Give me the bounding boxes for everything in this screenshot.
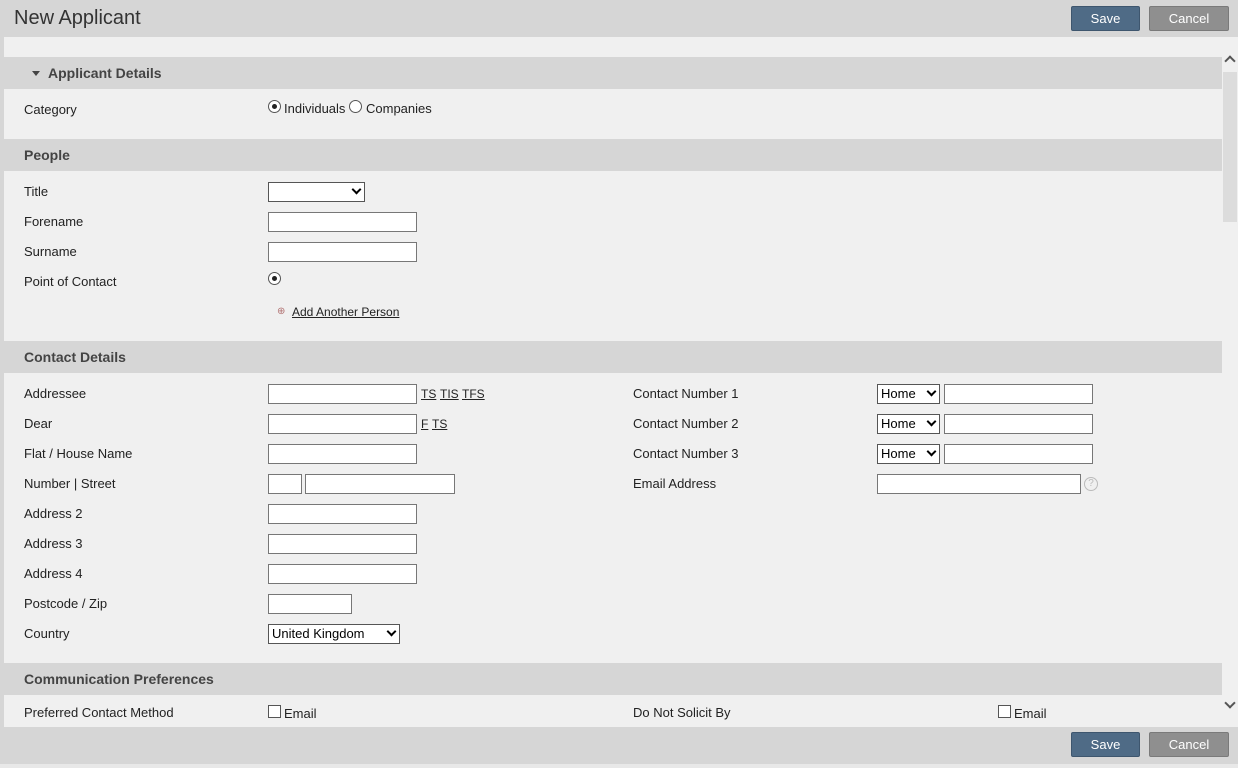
forename-label: Forename <box>24 214 84 229</box>
category-companies-label: Companies <box>366 101 432 116</box>
country-select[interactable]: United Kingdom <box>268 624 400 644</box>
number-street-label: Number | Street <box>24 476 116 491</box>
section-contact-details-title: Contact Details <box>24 349 126 365</box>
addressee-ts-link[interactable]: TS <box>421 387 436 401</box>
section-contact-details: Contact Details <box>4 341 1222 373</box>
address-3-label: Address 3 <box>24 536 83 551</box>
help-icon[interactable]: ? <box>1084 477 1098 491</box>
point-of-contact-radio[interactable] <box>268 272 281 285</box>
street-input[interactable] <box>305 474 455 494</box>
addressee-input[interactable] <box>268 384 417 404</box>
address-4-label: Address 4 <box>24 566 83 581</box>
add-another-person-link[interactable]: Add Another Person <box>292 305 399 319</box>
address-3-input[interactable] <box>268 534 417 554</box>
country-label: Country <box>24 626 70 641</box>
preferred-contact-method-label: Preferred Contact Method <box>24 705 174 720</box>
flat-house-name-input[interactable] <box>268 444 417 464</box>
contact-number-1-label: Contact Number 1 <box>633 386 739 401</box>
surname-input[interactable] <box>268 242 417 262</box>
contact-number-1-type-select[interactable]: Home <box>877 384 940 404</box>
do-not-solicit-email-checkbox[interactable] <box>998 705 1011 718</box>
dear-label: Dear <box>24 416 53 431</box>
house-number-input[interactable] <box>268 474 302 494</box>
address-4-input[interactable] <box>268 564 417 584</box>
preferred-email-checkbox[interactable] <box>268 705 281 718</box>
contact-number-2-type-select[interactable]: Home <box>877 414 940 434</box>
caret-down-icon[interactable] <box>32 71 40 76</box>
category-companies-radio[interactable] <box>349 100 362 113</box>
chevron-down-icon <box>926 386 937 397</box>
section-communication-preferences: Communication Preferences <box>4 663 1222 695</box>
bottom-bar: Save Cancel <box>4 727 1238 764</box>
page-title: New Applicant <box>14 7 141 29</box>
preferred-email-label: Email <box>284 706 317 721</box>
dear-ts-link[interactable]: TS <box>432 417 447 431</box>
contact-number-2-input[interactable] <box>944 414 1093 434</box>
category-individuals-label: Individuals <box>284 101 346 116</box>
contact-number-1-input[interactable] <box>944 384 1093 404</box>
address-2-label: Address 2 <box>24 506 83 521</box>
footer-cancel-button[interactable]: Cancel <box>1149 732 1229 757</box>
addressee-tis-link[interactable]: TIS <box>440 387 459 401</box>
section-applicant-details[interactable]: Applicant Details <box>4 57 1222 89</box>
point-of-contact-label: Point of Contact <box>24 274 117 289</box>
footer-save-button[interactable]: Save <box>1071 732 1140 757</box>
title-label: Title <box>24 184 49 199</box>
chevron-down-icon <box>351 184 362 195</box>
flat-house-name-label: Flat / House Name <box>24 446 133 461</box>
forename-input[interactable] <box>268 212 417 232</box>
title-select[interactable] <box>268 182 365 202</box>
scrollbar-thumb[interactable] <box>1223 72 1237 222</box>
contact-number-3-label: Contact Number 3 <box>633 446 739 461</box>
do-not-solicit-email-label: Email <box>1014 706 1047 721</box>
address-2-input[interactable] <box>268 504 417 524</box>
surname-label: Surname <box>24 244 77 259</box>
cancel-button[interactable]: Cancel <box>1149 6 1229 31</box>
contact-number-3-input[interactable] <box>944 444 1093 464</box>
email-address-label: Email Address <box>633 476 717 491</box>
postcode-label: Postcode / Zip <box>24 596 108 611</box>
contact-number-3-type-select[interactable]: Home <box>877 444 940 464</box>
save-button[interactable]: Save <box>1071 6 1140 31</box>
contact-number-2-label: Contact Number 2 <box>633 416 739 431</box>
plus-icon[interactable]: ⊕ <box>277 306 285 317</box>
category-label: Category <box>24 102 77 117</box>
form-content: Applicant Details Category Individuals C… <box>4 37 1222 727</box>
postcode-input[interactable] <box>268 594 352 614</box>
do-not-solicit-label: Do Not Solicit By <box>633 705 731 720</box>
category-individuals-radio[interactable] <box>268 100 281 113</box>
section-people-title: People <box>24 147 70 163</box>
section-applicant-details-title: Applicant Details <box>48 65 162 81</box>
chevron-down-icon <box>926 446 937 457</box>
section-communication-preferences-title: Communication Preferences <box>24 671 214 687</box>
dear-f-link[interactable]: F <box>421 417 428 431</box>
addressee-label: Addressee <box>24 386 87 401</box>
chevron-down-icon <box>386 626 397 637</box>
email-address-input[interactable] <box>877 474 1081 494</box>
section-people: People <box>4 139 1222 171</box>
dear-input[interactable] <box>268 414 417 434</box>
top-bar: New Applicant Save Cancel <box>0 0 1238 37</box>
chevron-down-icon <box>926 416 937 427</box>
bottom-strip <box>0 764 1238 768</box>
addressee-tfs-link[interactable]: TFS <box>462 387 485 401</box>
